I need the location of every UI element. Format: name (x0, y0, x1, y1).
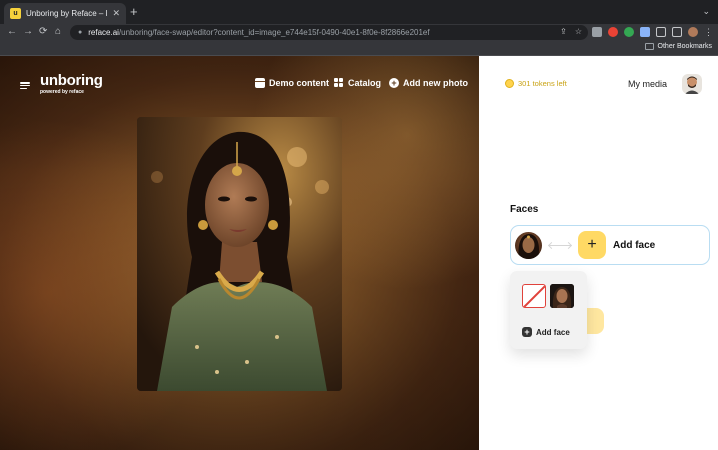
extension-icon[interactable] (608, 27, 618, 37)
swap-arrow-icon (549, 244, 571, 246)
profile-avatar[interactable] (688, 27, 698, 37)
bookmark-star-icon[interactable]: ☆ (575, 27, 582, 36)
new-tab-button[interactable]: + (130, 5, 138, 19)
gift-icon (255, 78, 265, 88)
browser-toolbar: ← → ⟳ ⌂ ● reface.ai/unboring/face-swap/e… (0, 24, 718, 41)
share-icon[interactable]: ⇪ (560, 27, 567, 36)
folder-icon (644, 43, 654, 50)
tokens-label: 301 tokens left (518, 79, 567, 88)
kebab-menu-icon[interactable]: ⋮ (704, 27, 713, 37)
browser-tab[interactable]: u Unboring by Reface – Face Sw ✕ (4, 3, 126, 24)
demo-content-link[interactable]: Demo content (255, 78, 329, 88)
editor-canvas: unboring powered by reface Demo content … (0, 56, 479, 450)
extension-icon[interactable] (592, 27, 602, 37)
catalog-link[interactable]: Catalog (334, 78, 381, 88)
no-face-option[interactable] (522, 284, 546, 308)
home-button[interactable]: ⌂ (55, 25, 61, 39)
face-swap-row: + Add face (510, 225, 710, 265)
tab-search-chevron-icon[interactable]: ⌄ (702, 6, 710, 17)
unboring-favicon-icon: u (10, 8, 21, 19)
faces-section-title: Faces (510, 204, 539, 215)
popup-add-face-button[interactable]: + Add face (522, 327, 570, 337)
add-face-label[interactable]: Add face (613, 240, 655, 251)
close-tab-icon[interactable]: ✕ (112, 8, 120, 19)
hidden-button-edge (585, 308, 604, 334)
extension-icon[interactable] (624, 27, 634, 37)
add-face-plus-button[interactable]: + (578, 231, 606, 259)
my-media-link[interactable]: My media (628, 79, 667, 89)
bookmarks-bar: Other Bookmarks (0, 41, 718, 56)
side-panel-icon[interactable] (672, 27, 682, 37)
add-new-photo-button[interactable]: + Add new photo (389, 78, 468, 88)
coin-icon (505, 79, 514, 88)
unboring-logo[interactable]: unboring powered by reface (40, 73, 103, 96)
browser-tab-bar: u Unboring by Reface – Face Sw ✕ + ⌄ (0, 0, 718, 24)
back-button[interactable]: ← (7, 25, 17, 39)
user-avatar[interactable] (682, 74, 702, 94)
catalog-grid-icon (334, 78, 344, 88)
other-bookmarks[interactable]: Other Bookmarks (644, 43, 712, 50)
address-bar[interactable]: ● reface.ai/unboring/face-swap/editor?co… (70, 25, 588, 40)
puzzle-extensions-icon[interactable] (640, 27, 650, 37)
face-picker-popup: + Add face (510, 271, 587, 349)
saved-face-option[interactable] (550, 284, 574, 308)
tab-title: Unboring by Reface – Face Sw (26, 9, 107, 18)
menu-icon[interactable] (20, 82, 30, 89)
download-icon[interactable] (656, 27, 666, 37)
plus-icon: + (522, 327, 532, 337)
plus-circle-icon: + (389, 78, 399, 88)
lock-icon: ● (78, 29, 83, 36)
detected-face-thumbnail[interactable] (515, 231, 542, 259)
reload-button[interactable]: ⟳ (39, 25, 47, 39)
tokens-indicator[interactable]: 301 tokens left (505, 79, 567, 88)
url-text: reface.ai/unboring/face-swap/editor?cont… (88, 28, 430, 37)
portrait-image[interactable] (137, 117, 342, 391)
other-bookmarks-label: Other Bookmarks (657, 43, 712, 50)
extensions-area: ⋮ (592, 27, 713, 37)
forward-button[interactable]: → (23, 25, 33, 39)
right-panel: 301 tokens left My media Faces + Add fac… (479, 56, 718, 450)
